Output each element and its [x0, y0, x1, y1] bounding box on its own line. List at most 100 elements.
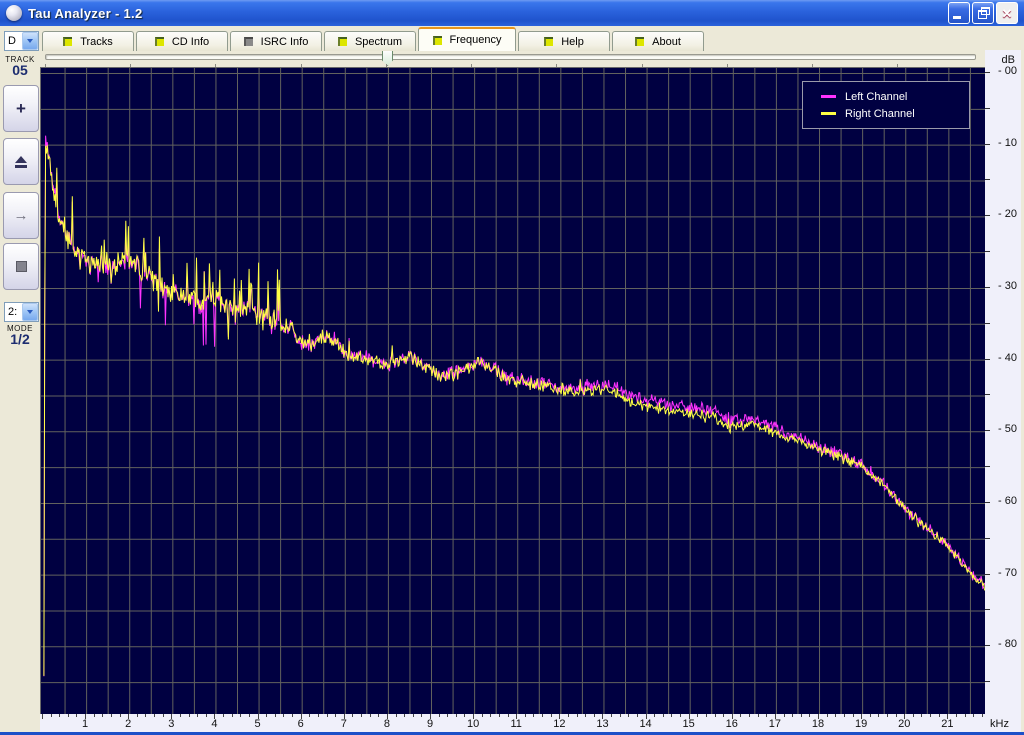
- tab-label: Frequency: [449, 34, 502, 46]
- maximize-button[interactable]: [972, 2, 994, 24]
- track-selector-value: D: [8, 35, 16, 47]
- stop-icon: [15, 261, 27, 272]
- khz-tick: [930, 714, 932, 717]
- db-tick-label: - 00: [998, 65, 1017, 77]
- chevron-down-icon[interactable]: [22, 32, 38, 50]
- khz-tick: [826, 714, 828, 717]
- khz-tick: [533, 714, 535, 717]
- db-tick: [985, 215, 990, 217]
- db-tick: [985, 609, 990, 611]
- khz-tick: [447, 714, 449, 717]
- minimize-button[interactable]: [948, 2, 970, 24]
- khz-tick: [481, 714, 483, 717]
- db-tick: [985, 322, 990, 324]
- khz-tick: [619, 714, 621, 717]
- khz-tick: [292, 714, 294, 717]
- legend-item: Right Channel: [821, 108, 969, 120]
- khz-tick: [369, 714, 371, 717]
- app-icon: [6, 5, 22, 21]
- tab-flag-icon: [63, 37, 73, 46]
- tab-tracks[interactable]: Tracks: [42, 31, 134, 51]
- close-icon: ✕: [1001, 5, 1013, 21]
- title-bar: Tau Analyzer - 1.2 ✕: [0, 0, 1024, 26]
- add-button[interactable]: +: [3, 85, 39, 132]
- tab-flag-icon: [635, 37, 645, 46]
- tab-label: ISRC Info: [260, 35, 309, 48]
- db-tick-label: - 40: [998, 351, 1017, 364]
- khz-tick: [317, 714, 319, 717]
- khz-tick-label: 15: [682, 718, 695, 730]
- khz-tick: [766, 714, 768, 717]
- plus-icon: +: [16, 99, 26, 118]
- khz-tick: [524, 714, 526, 717]
- khz-tick: [705, 714, 707, 717]
- khz-tick-label: 5: [254, 718, 261, 730]
- khz-tick-label: 8: [383, 718, 390, 730]
- khz-tick: [964, 714, 966, 717]
- tab-label: Spectrum: [354, 35, 403, 48]
- track-selector[interactable]: D: [4, 31, 39, 51]
- db-tick-label: - 30: [998, 279, 1017, 292]
- khz-tick: [145, 714, 147, 717]
- position-slider[interactable]: [40, 50, 984, 67]
- khz-tick: [955, 714, 957, 717]
- khz-tick: [240, 714, 242, 717]
- next-button[interactable]: →: [3, 192, 39, 239]
- khz-tick: [119, 714, 121, 717]
- tab-label: CD Info: [171, 35, 210, 48]
- khz-tick: [921, 714, 923, 717]
- eject-button[interactable]: [3, 138, 39, 185]
- bottom-left-corner: [0, 714, 40, 732]
- khz-tick: [611, 714, 613, 717]
- db-tick: [985, 286, 990, 288]
- khz-tick: [654, 714, 656, 717]
- khz-tick-label: 6: [297, 718, 304, 730]
- khz-tick: [973, 714, 975, 717]
- mode-selector[interactable]: 2:: [4, 302, 39, 322]
- khz-tick: [981, 714, 983, 717]
- close-button[interactable]: ✕: [996, 2, 1018, 24]
- tab-help[interactable]: Help: [518, 31, 610, 51]
- khz-tick-label: 7: [340, 718, 347, 730]
- khz-tick: [809, 714, 811, 717]
- slider-track[interactable]: [45, 54, 976, 60]
- khz-tick: [154, 714, 156, 717]
- khz-tick: [248, 714, 250, 717]
- db-tick: [985, 358, 990, 360]
- tab-spectrum[interactable]: Spectrum: [324, 31, 416, 51]
- mode-selector-value: 2:: [8, 306, 18, 318]
- db-tick-label: - 10: [998, 136, 1017, 149]
- khz-tick: [404, 714, 406, 717]
- db-tick-label: - 60: [998, 494, 1017, 507]
- khz-tick: [59, 714, 61, 717]
- tab-cd-info[interactable]: CD Info: [136, 31, 228, 51]
- khz-tick: [76, 714, 78, 717]
- chevron-down-icon[interactable]: [22, 303, 38, 321]
- slider-thumb[interactable]: [382, 50, 394, 66]
- eject-icon: [15, 155, 27, 168]
- khz-tick: [309, 714, 311, 717]
- db-axis: dB - 00- 10- 20- 30- 40- 50- 60- 70- 80: [985, 50, 1021, 714]
- khz-tick: [395, 714, 397, 717]
- khz-tick: [507, 714, 509, 717]
- khz-tick-label: 18: [811, 718, 825, 730]
- tab-about[interactable]: About: [612, 31, 704, 51]
- khz-tick: [197, 714, 199, 717]
- khz-tick: [852, 714, 854, 717]
- stop-button[interactable]: [3, 243, 39, 290]
- khz-tick: [714, 714, 716, 717]
- khz-tick-label: 2: [125, 718, 132, 730]
- tab-isrc-info[interactable]: ISRC Info: [230, 31, 322, 51]
- db-tick-label: - 80: [998, 638, 1017, 651]
- tab-flag-icon: [432, 35, 442, 45]
- khz-tick: [723, 714, 725, 717]
- legend-item: Left Channel: [821, 91, 969, 103]
- db-tick: [985, 681, 990, 683]
- khz-tick: [326, 714, 328, 717]
- db-tick-label: - 50: [998, 423, 1017, 436]
- khz-tick-label: 1: [82, 718, 89, 730]
- tab-bar: Tracks CD Info ISRC Info Spectrum Frequency H…: [42, 27, 706, 51]
- khz-tick: [697, 714, 699, 717]
- tab-frequency[interactable]: Frequency: [418, 27, 516, 51]
- legend-label: Left Channel: [845, 90, 908, 103]
